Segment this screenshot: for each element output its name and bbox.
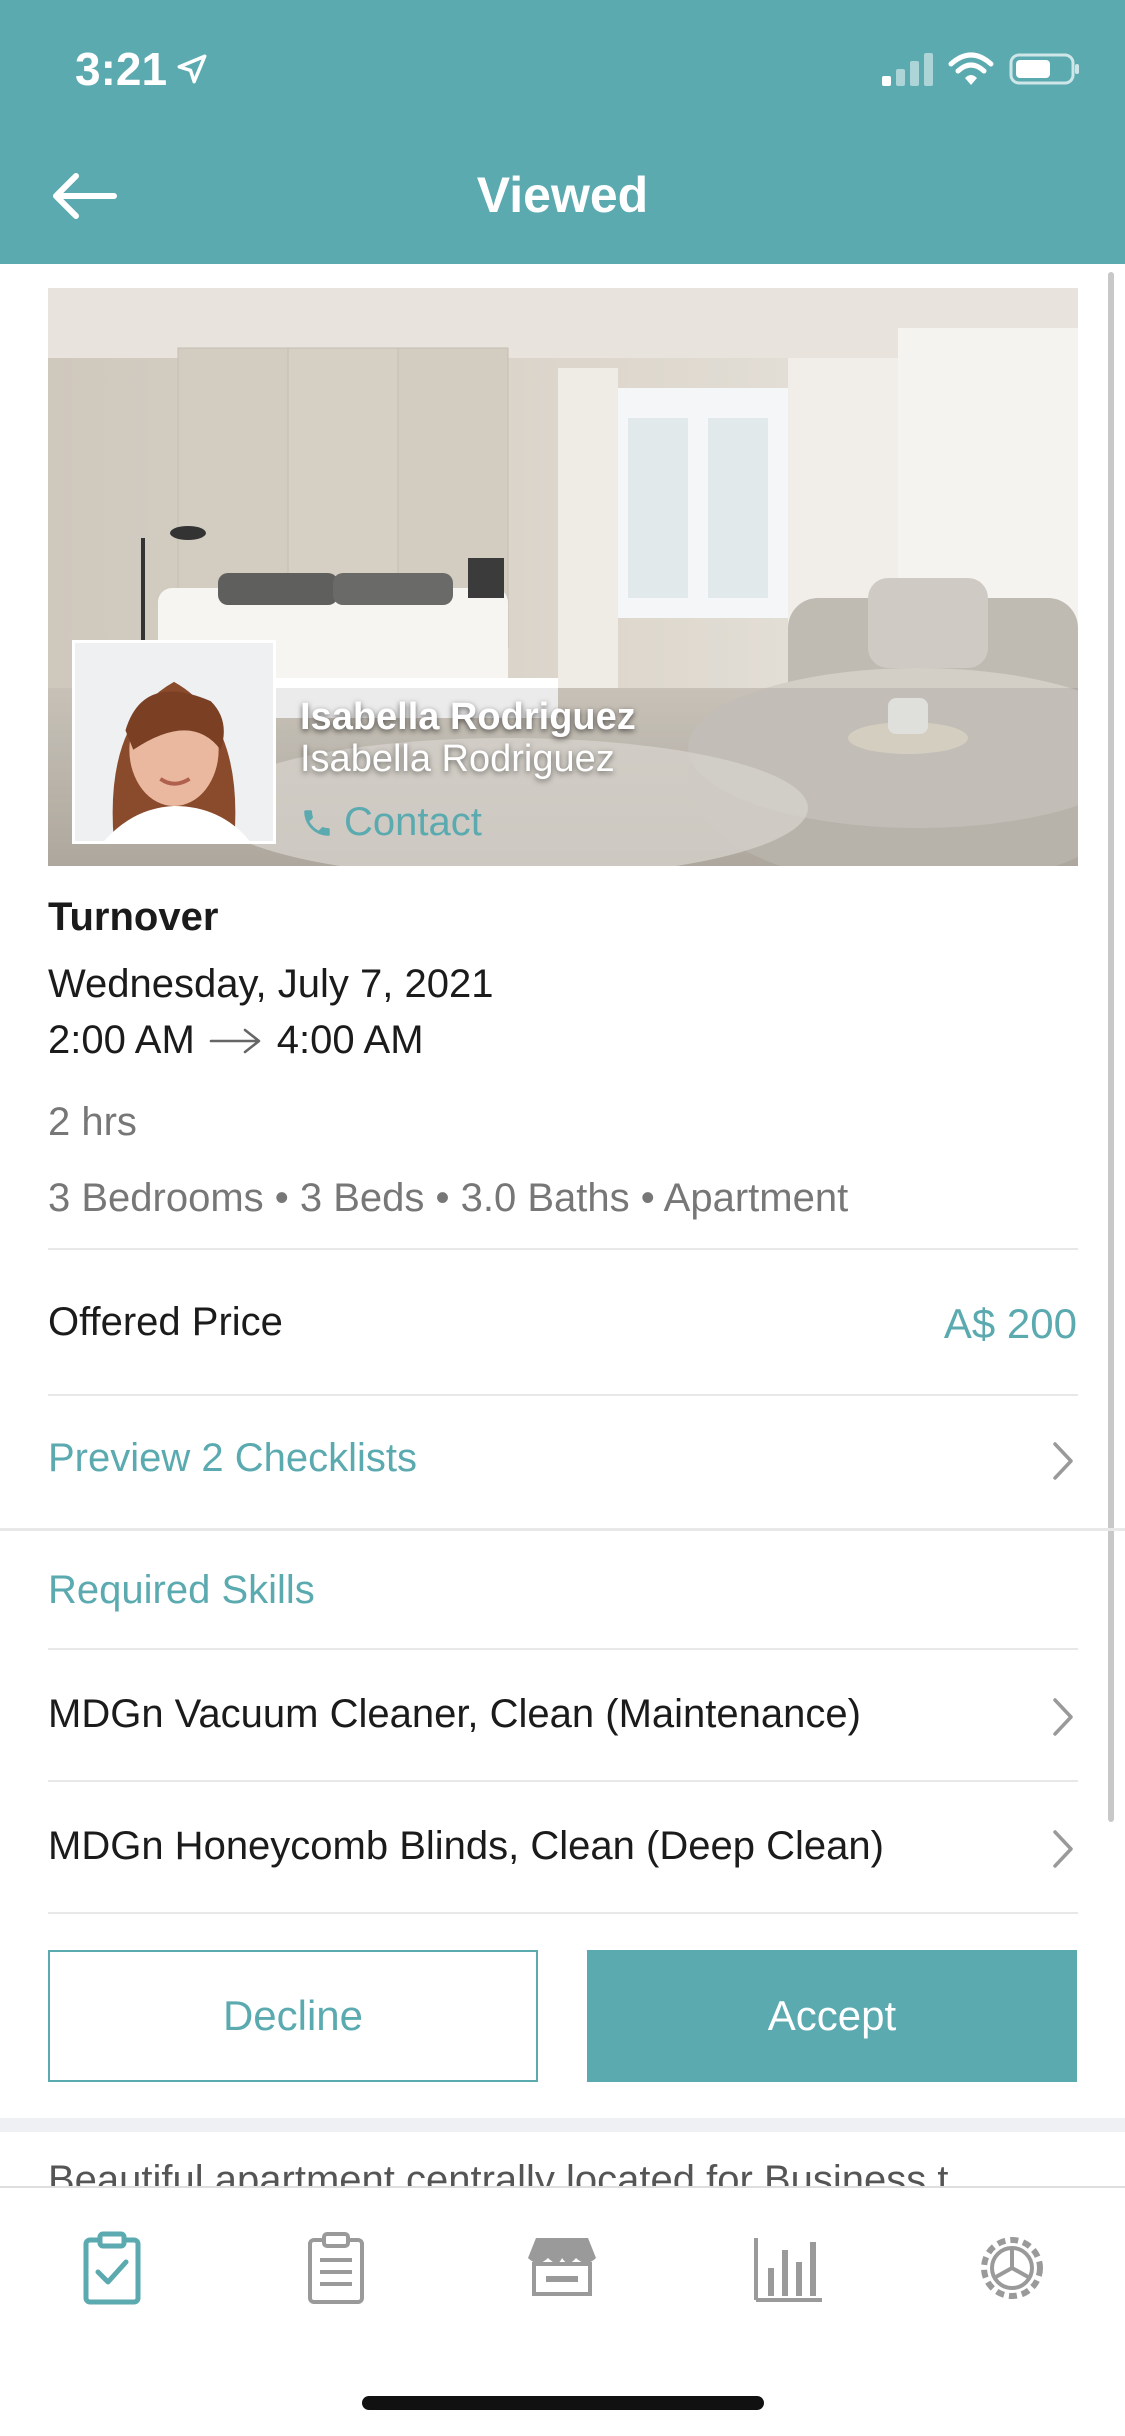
property-specs: 3 Bedrooms • 3 Beds • 3.0 Baths • Apartm… [48, 1176, 849, 1220]
skill-item: MDGn Honeycomb Blinds, Clean (Deep Clean… [48, 1824, 884, 1868]
job-duration: 2 hrs [48, 1100, 137, 1144]
phone-icon [304, 809, 330, 836]
store-icon[interactable] [522, 2228, 602, 2308]
home-indicator[interactable] [362, 2396, 764, 2410]
property-description: Beautiful apartment centrally located fo… [48, 2158, 949, 2188]
required-skills-title: Required Skills [48, 1568, 315, 1612]
arrow-right-icon [209, 1028, 261, 1053]
chevron-right-icon [1053, 1442, 1073, 1480]
end-time: 4:00 AM [276, 1018, 424, 1062]
host-avatar[interactable] [72, 640, 276, 844]
accept-button[interactable]: Accept [587, 1950, 1077, 2082]
offered-price-label: Offered Price [48, 1300, 283, 1344]
location-arrow-icon [177, 54, 207, 84]
host-photo [75, 643, 273, 841]
skill-item: MDGn Vacuum Cleaner, Clean (Maintenance) [48, 1692, 861, 1736]
clipboard-check-icon[interactable] [72, 2228, 152, 2308]
page-title: Viewed [476, 167, 649, 223]
preview-checklists-label: Preview 2 Checklists [48, 1436, 418, 1480]
job-type: Turnover [48, 895, 219, 939]
contact-link[interactable]: Contact [300, 800, 482, 845]
battery-icon [1009, 53, 1079, 85]
section-divider [0, 1528, 1125, 1531]
host-subtitle: Isabella Rodriguez [300, 738, 615, 780]
status-time: 3:21 [75, 43, 168, 95]
clipboard-list-icon[interactable] [296, 2228, 376, 2308]
job-date: Wednesday, July 7, 2021 [48, 962, 494, 1006]
job-time-range: 2:00 AM 4:00 AM [48, 1018, 424, 1063]
scrollbar[interactable] [1108, 272, 1114, 1822]
settings-gear-icon[interactable] [972, 2228, 1052, 2308]
divider [48, 1912, 1078, 1914]
start-time: 2:00 AM [48, 1018, 195, 1062]
bar-chart-icon[interactable] [748, 2228, 828, 2308]
decline-button[interactable]: Decline [48, 1950, 538, 2082]
contact-label: Contact [344, 800, 482, 844]
section-separator [0, 2118, 1125, 2132]
divider [48, 1248, 1078, 1250]
host-name: Isabella Rodriguez [300, 696, 636, 738]
app-header: 3:21 Viewed [0, 0, 1125, 264]
cellular-signal-icon [882, 53, 933, 86]
wifi-icon [948, 52, 994, 85]
offered-price-value: A$ 200 [943, 1300, 1077, 1347]
chevron-right-icon [1053, 1698, 1073, 1736]
chevron-right-icon [1053, 1830, 1073, 1868]
